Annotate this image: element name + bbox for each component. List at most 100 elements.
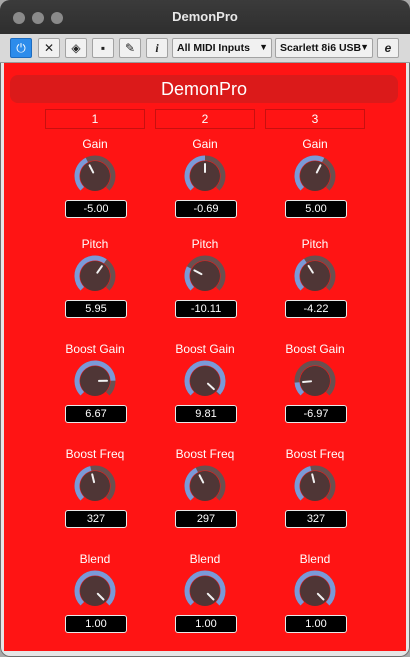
pitch-control-2: Pitch -10.11	[155, 237, 255, 342]
mute-icon: ✕	[43, 41, 55, 55]
knob-body	[300, 261, 330, 291]
boost-gain-value-field[interactable]: 9.81	[175, 405, 237, 423]
blend-knob-3[interactable]	[294, 570, 336, 612]
boost-freq-label: Boost Freq	[175, 447, 235, 461]
gain-control-2: Gain -0.69	[155, 137, 255, 242]
boost-freq-label: Boost Freq	[65, 447, 125, 461]
edit-icon: ✎	[124, 41, 136, 55]
boost-gain-label: Boost Gain	[65, 342, 125, 356]
boost-gain-knob-2[interactable]	[184, 360, 226, 402]
pitch-value-field[interactable]: -4.22	[285, 300, 347, 318]
gain-knob-1[interactable]	[74, 155, 116, 197]
e-button[interactable]: e	[377, 38, 399, 58]
info-button[interactable]: i	[146, 38, 168, 58]
knob-body	[190, 576, 220, 606]
boost-gain-label: Boost Gain	[175, 342, 235, 356]
boost-freq-control-3: Boost Freq 327	[265, 447, 365, 552]
info-icon: i	[155, 40, 159, 55]
knob-body	[80, 576, 110, 606]
window-title: DemonPro	[172, 9, 238, 24]
gain-value-field[interactable]: -5.00	[65, 200, 127, 218]
audio-device-select[interactable]: Scarlett 8i6 USB ▼	[275, 38, 373, 58]
knob-body	[190, 471, 220, 501]
pitch-knob-3[interactable]	[294, 255, 336, 297]
chevron-down-icon: ▼	[259, 42, 268, 52]
blend-label: Blend	[189, 552, 221, 566]
boost-gain-control-2: Boost Gain 9.81	[155, 342, 255, 447]
title-bar[interactable]: DemonPro	[0, 0, 410, 35]
boost-gain-control-3: Boost Gain -6.97	[265, 342, 365, 447]
boost-gain-value-field[interactable]: 6.67	[65, 405, 127, 423]
knob-body	[80, 471, 110, 501]
knob-body	[190, 366, 220, 396]
boost-gain-knob-1[interactable]	[74, 360, 116, 402]
chevron-down-icon: ▼	[360, 42, 369, 52]
power-icon: ⏻	[16, 40, 26, 55]
knob-body	[300, 161, 330, 191]
knob-body	[300, 576, 330, 606]
gain-label: Gain	[302, 137, 328, 151]
audio-device-value: Scarlett 8i6 USB	[280, 42, 362, 54]
pitch-control-1: Pitch 5.95	[45, 237, 145, 342]
column-header-1: 1	[45, 109, 145, 129]
boost-gain-value-field[interactable]: -6.97	[285, 405, 347, 423]
boost-freq-knob-3[interactable]	[294, 465, 336, 507]
save-button[interactable]: ▪	[92, 38, 114, 58]
pitch-knob-1[interactable]	[74, 255, 116, 297]
blend-label: Blend	[79, 552, 111, 566]
knob-body	[80, 261, 110, 291]
gain-control-3: Gain 5.00	[265, 137, 365, 242]
boost-freq-control-2: Boost Freq 297	[155, 447, 255, 552]
boost-gain-knob-3[interactable]	[294, 360, 336, 402]
boost-freq-control-1: Boost Freq 327	[45, 447, 145, 552]
power-button[interactable]: ⏻	[10, 38, 32, 58]
gain-knob-3[interactable]	[294, 155, 336, 197]
mute-button[interactable]: ✕	[38, 38, 60, 58]
pitch-label: Pitch	[191, 237, 219, 251]
blend-label: Blend	[299, 552, 331, 566]
knob-body	[80, 161, 110, 191]
compare-button[interactable]: ◈	[65, 38, 87, 58]
pitch-label: Pitch	[301, 237, 329, 251]
gain-control-1: Gain -5.00	[45, 137, 145, 242]
blend-value-field[interactable]: 1.00	[65, 615, 127, 633]
boost-gain-label: Boost Gain	[285, 342, 345, 356]
knob-body	[190, 261, 220, 291]
gain-value-field[interactable]: 5.00	[285, 200, 347, 218]
plugin-title: DemonPro	[10, 75, 398, 103]
boost-gain-control-1: Boost Gain 6.67	[45, 342, 145, 447]
boost-freq-knob-2[interactable]	[184, 465, 226, 507]
gain-label: Gain	[192, 137, 218, 151]
toolbar: ⏻ ✕ ◈ ▪ ✎ i All MIDI Inputs ▼ Scarlett 8i…	[0, 34, 410, 63]
knob-body	[300, 471, 330, 501]
pitch-knob-2[interactable]	[184, 255, 226, 297]
column-header-2: 2	[155, 109, 255, 129]
edit-button[interactable]: ✎	[119, 38, 141, 58]
boost-freq-value-field[interactable]: 297	[175, 510, 237, 528]
gain-knob-2[interactable]	[184, 155, 226, 197]
midi-input-select[interactable]: All MIDI Inputs ▼	[172, 38, 272, 58]
knob-indicator	[302, 380, 313, 383]
boost-freq-value-field[interactable]: 327	[65, 510, 127, 528]
gain-label: Gain	[82, 137, 108, 151]
blend-knob-1[interactable]	[74, 570, 116, 612]
compare-icon: ◈	[71, 41, 81, 55]
midi-input-value: All MIDI Inputs	[177, 42, 250, 54]
boost-freq-knob-1[interactable]	[74, 465, 116, 507]
blend-value-field[interactable]: 1.00	[285, 615, 347, 633]
plugin-window: DemonPro ⏻ ✕ ◈ ▪ ✎ i All MIDI Inputs ▼ Sc…	[0, 0, 410, 657]
gain-value-field[interactable]: -0.69	[175, 200, 237, 218]
pitch-control-3: Pitch -4.22	[265, 237, 365, 342]
blend-control-1: Blend 1.00	[45, 552, 145, 657]
blend-knob-2[interactable]	[184, 570, 226, 612]
blend-value-field[interactable]: 1.00	[175, 615, 237, 633]
column-header-3: 3	[265, 109, 365, 129]
save-icon: ▪	[100, 41, 106, 55]
pitch-value-field[interactable]: -10.11	[175, 300, 237, 318]
pitch-label: Pitch	[81, 237, 109, 251]
boost-freq-value-field[interactable]: 327	[285, 510, 347, 528]
boost-freq-label: Boost Freq	[285, 447, 345, 461]
blend-control-2: Blend 1.00	[155, 552, 255, 657]
pitch-value-field[interactable]: 5.95	[65, 300, 127, 318]
e-label: e	[384, 41, 392, 55]
